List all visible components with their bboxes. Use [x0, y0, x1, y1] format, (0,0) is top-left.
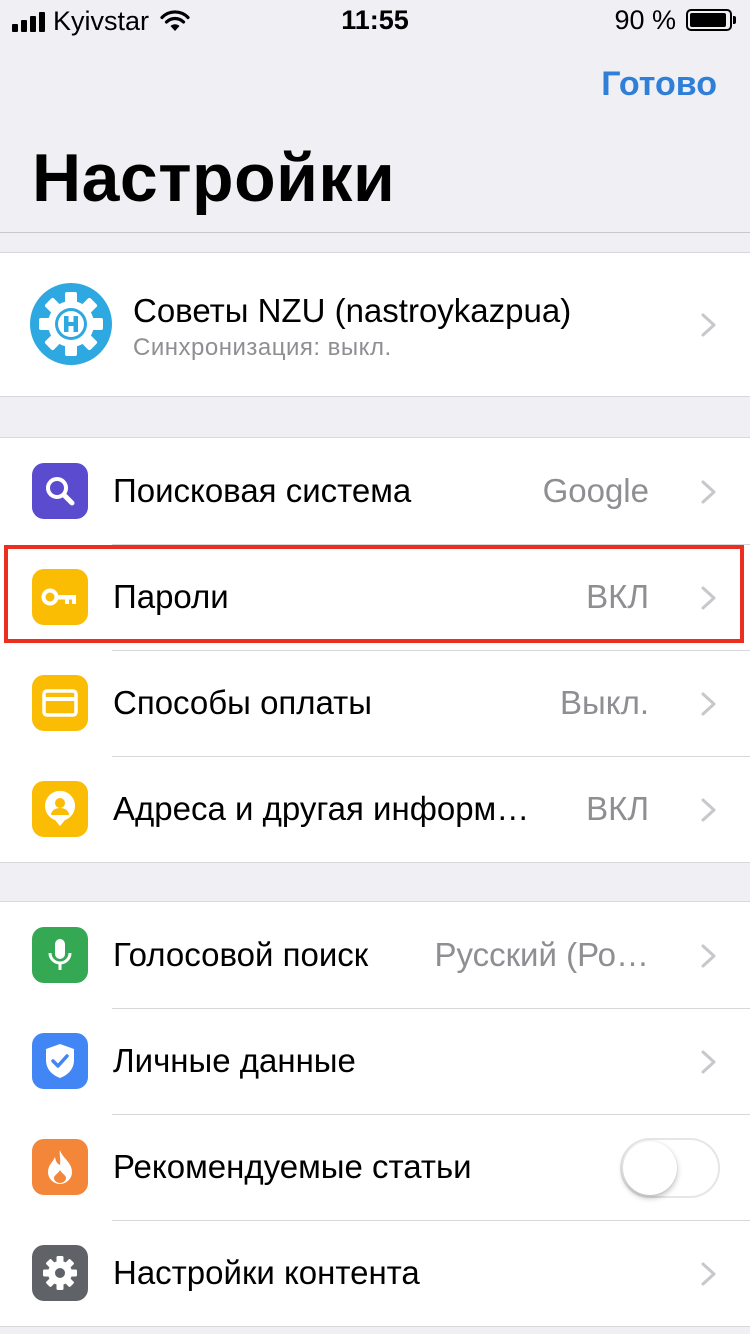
account-section: Советы NZU (nastroykazpua) Синхронизация…	[0, 252, 750, 397]
suggested-articles-toggle[interactable]	[620, 1138, 720, 1198]
search-engine-value: Google	[542, 472, 649, 509]
chevron-right-icon	[701, 313, 716, 337]
microphone-icon	[32, 927, 88, 983]
shield-check-icon	[32, 1033, 88, 1089]
battery-icon	[686, 9, 736, 31]
privacy-label: Личные данные	[113, 1042, 356, 1079]
content-settings-row[interactable]: Настройки контента	[0, 1220, 750, 1326]
voice-search-label: Голосовой поиск	[113, 936, 369, 973]
header-divider	[0, 232, 750, 233]
addresses-label: Адреса и другая информ…	[113, 790, 530, 827]
sync-status: Синхронизация: выкл.	[133, 334, 392, 361]
account-avatar-icon	[30, 283, 112, 365]
chevron-right-icon	[701, 944, 716, 968]
done-button[interactable]: Готово	[601, 64, 717, 104]
chevron-right-icon	[701, 586, 716, 610]
toggle-knob	[623, 1141, 677, 1195]
addresses-row[interactable]: Адреса и другая информ… ВКЛ	[0, 756, 750, 862]
general-section: Голосовой поиск Русский (Ро… Личные данн…	[0, 901, 750, 1327]
voice-search-value: Русский (Ро…	[434, 936, 649, 973]
addresses-value: ВКЛ	[586, 790, 649, 827]
payment-methods-value: Выкл.	[560, 684, 649, 721]
autofill-section: Поисковая система Google Пароли ВКЛ Спос…	[0, 437, 750, 863]
voice-search-row[interactable]: Голосовой поиск Русский (Ро…	[0, 902, 750, 1008]
account-name: Советы NZU (nastroykazpua)	[133, 292, 572, 329]
privacy-row[interactable]: Личные данные	[0, 1008, 750, 1114]
chevron-right-icon	[701, 692, 716, 716]
credit-card-icon	[32, 675, 88, 731]
key-icon	[32, 569, 88, 625]
content-settings-label: Настройки контента	[113, 1254, 420, 1291]
page-title: Настройки	[32, 140, 396, 216]
chevron-right-icon	[701, 1262, 716, 1286]
account-row[interactable]: Советы NZU (nastroykazpua) Синхронизация…	[0, 253, 750, 396]
search-engine-label: Поисковая система	[113, 472, 412, 509]
chevron-right-icon	[701, 798, 716, 822]
passwords-label: Пароли	[113, 578, 229, 615]
passwords-row[interactable]: Пароли ВКЛ	[0, 544, 750, 650]
passwords-value: ВКЛ	[586, 578, 649, 615]
status-right: 90 %	[614, 4, 736, 36]
flame-icon	[32, 1139, 88, 1195]
search-icon	[32, 463, 88, 519]
status-bar: Kyivstar 11:55 90 %	[0, 0, 750, 40]
gear-icon	[32, 1245, 88, 1301]
payment-methods-row[interactable]: Способы оплаты Выкл.	[0, 650, 750, 756]
suggested-articles-label: Рекомендуемые статьи	[113, 1148, 472, 1185]
chevron-right-icon	[701, 1050, 716, 1074]
search-engine-row[interactable]: Поисковая система Google	[0, 438, 750, 544]
chevron-right-icon	[701, 480, 716, 504]
payment-methods-label: Способы оплаты	[113, 684, 373, 721]
person-pin-icon	[32, 781, 88, 837]
battery-percent: 90 %	[614, 5, 676, 35]
suggested-articles-row: Рекомендуемые статьи	[0, 1114, 750, 1220]
